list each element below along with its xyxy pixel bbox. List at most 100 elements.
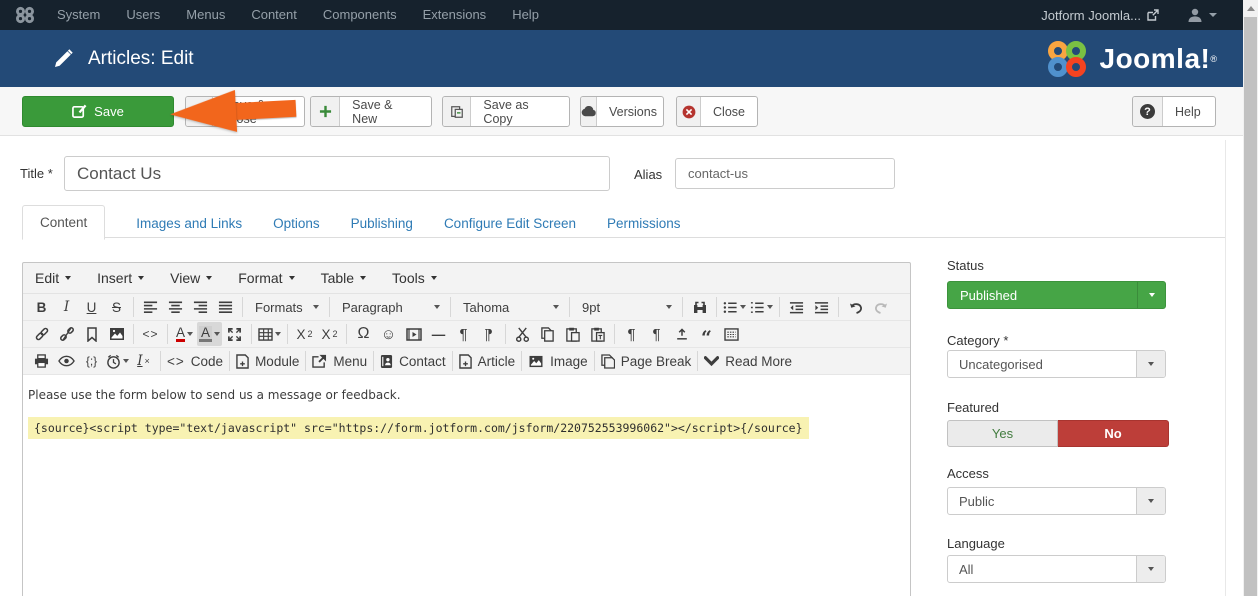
bold-icon[interactable]: B (29, 295, 54, 319)
source-code-icon[interactable]: <> (138, 322, 163, 346)
tab-configure-edit-screen[interactable]: Configure Edit Screen (444, 207, 576, 240)
tab-options[interactable]: Options (273, 207, 320, 240)
editor-menu-format[interactable]: Format (238, 270, 294, 286)
numbered-list-icon[interactable] (748, 295, 775, 319)
insert-datetime-icon[interactable] (104, 349, 131, 373)
access-dropdown-toggle[interactable] (1136, 488, 1165, 514)
scrollbar-up-arrow[interactable] (1243, 0, 1258, 17)
underline-icon[interactable]: U (79, 295, 104, 319)
module-button[interactable]: Module (234, 349, 301, 373)
featured-no-button[interactable]: No (1058, 420, 1169, 447)
save-new-button[interactable]: Save & New (310, 96, 432, 127)
language-select[interactable]: All (947, 555, 1166, 583)
page-break-button[interactable]: Page Break (599, 349, 694, 373)
topbar-menu-content[interactable]: Content (238, 0, 310, 30)
title-input[interactable]: Contact Us (64, 156, 610, 191)
align-left-icon[interactable] (138, 295, 163, 319)
insert-image-icon[interactable] (104, 322, 129, 346)
redo-icon[interactable] (868, 295, 893, 319)
link-icon[interactable] (29, 322, 54, 346)
save-copy-button[interactable]: Save as Copy (442, 96, 570, 127)
topbar-menu-system[interactable]: System (44, 0, 113, 30)
subscript-icon[interactable]: X2 (292, 322, 317, 346)
help-button[interactable]: ? Help (1132, 96, 1216, 127)
align-center-icon[interactable] (163, 295, 188, 319)
language-dropdown-toggle[interactable] (1136, 556, 1165, 582)
font-size-dropdown[interactable]: 9pt (574, 295, 678, 319)
contact-button[interactable]: Contact (378, 349, 448, 373)
editor-menu-table[interactable]: Table (321, 270, 366, 286)
background-color-icon[interactable]: A (197, 322, 222, 346)
editor-content-area[interactable]: Please use the form below to send us a m… (23, 375, 910, 596)
save-button[interactable]: Save (22, 96, 174, 127)
article-button[interactable]: Article (457, 349, 518, 373)
bullet-list-icon[interactable] (721, 295, 748, 319)
indent-icon[interactable] (809, 295, 834, 319)
site-preview-link[interactable]: Jotform Joomla... (1041, 8, 1159, 23)
text-color-icon[interactable]: A (172, 322, 197, 346)
style-snippet-icon[interactable]: {;} (79, 349, 104, 373)
special-character-icon[interactable]: Ω (351, 322, 376, 346)
insert-media-icon[interactable] (401, 322, 426, 346)
topbar-menu-extensions[interactable]: Extensions (410, 0, 500, 30)
paragraph-dropdown[interactable]: Paragraph (334, 295, 446, 319)
blockquote-icon[interactable]: “ (694, 326, 719, 350)
formats-dropdown[interactable]: Formats (247, 295, 325, 319)
editor-menu-view[interactable]: View (170, 270, 212, 286)
ltr-icon[interactable]: ¶ (451, 322, 476, 346)
font-family-dropdown[interactable]: Tahoma (455, 295, 565, 319)
alias-input[interactable]: contact-us (675, 158, 895, 189)
preview-icon[interactable] (54, 349, 79, 373)
access-select[interactable]: Public (947, 487, 1166, 515)
read-more-button[interactable]: Read More (702, 349, 794, 373)
status-dropdown-toggle[interactable] (1137, 282, 1165, 308)
topbar-menu-help[interactable]: Help (499, 0, 552, 30)
template-icon[interactable] (719, 322, 744, 346)
tab-publishing[interactable]: Publishing (351, 207, 413, 240)
visual-blocks-icon[interactable]: ¶ (619, 322, 644, 346)
menu-button[interactable]: Menu (310, 349, 369, 373)
paste-as-text-icon[interactable] (585, 322, 610, 346)
topbar-menu-users[interactable]: Users (113, 0, 173, 30)
anchor-icon[interactable] (79, 322, 104, 346)
close-button[interactable]: Close (676, 96, 758, 127)
visual-chars-icon[interactable]: ¶ (644, 322, 669, 346)
italic-icon[interactable]: I (54, 295, 79, 319)
nonbreaking-icon[interactable] (669, 322, 694, 346)
copy-icon[interactable] (535, 322, 560, 346)
topbar-menu-components[interactable]: Components (310, 0, 410, 30)
fullscreen-icon[interactable] (222, 322, 247, 346)
strikethrough-icon[interactable]: S (104, 295, 129, 319)
align-right-icon[interactable] (188, 295, 213, 319)
editor-menu-edit[interactable]: Edit (35, 270, 71, 286)
tab-content[interactable]: Content (22, 205, 105, 240)
user-menu[interactable] (1187, 7, 1217, 23)
outdent-icon[interactable] (784, 295, 809, 319)
find-replace-icon[interactable] (687, 295, 712, 319)
superscript-icon[interactable]: X2 (317, 322, 342, 346)
code-button[interactable]: <>Code (165, 349, 225, 373)
category-dropdown-toggle[interactable] (1136, 351, 1165, 377)
align-justify-icon[interactable] (213, 295, 238, 319)
table-icon[interactable] (256, 322, 283, 346)
undo-icon[interactable] (843, 295, 868, 319)
topbar-menu-menus[interactable]: Menus (173, 0, 238, 30)
clear-formatting-icon[interactable]: I× (131, 349, 156, 373)
tab-images-links[interactable]: Images and Links (136, 207, 242, 240)
cut-icon[interactable] (510, 322, 535, 346)
status-dropdown[interactable]: Published (947, 281, 1166, 309)
rtl-icon[interactable]: ¶ (476, 322, 501, 346)
image-button[interactable]: Image (526, 349, 590, 373)
emoticons-icon[interactable]: ☺ (376, 322, 401, 346)
featured-yes-button[interactable]: Yes (947, 420, 1058, 447)
paste-icon[interactable] (560, 322, 585, 346)
unlink-icon[interactable] (54, 322, 79, 346)
editor-menu-tools[interactable]: Tools (392, 270, 437, 286)
scrollbar-thumb[interactable] (1244, 17, 1257, 596)
versions-button[interactable]: Versions (580, 96, 664, 127)
print-icon[interactable] (29, 349, 54, 373)
horizontal-rule-icon[interactable]: — (426, 322, 451, 346)
tab-permissions[interactable]: Permissions (607, 207, 681, 240)
category-select[interactable]: Uncategorised (947, 350, 1166, 378)
editor-menu-insert[interactable]: Insert (97, 270, 144, 286)
